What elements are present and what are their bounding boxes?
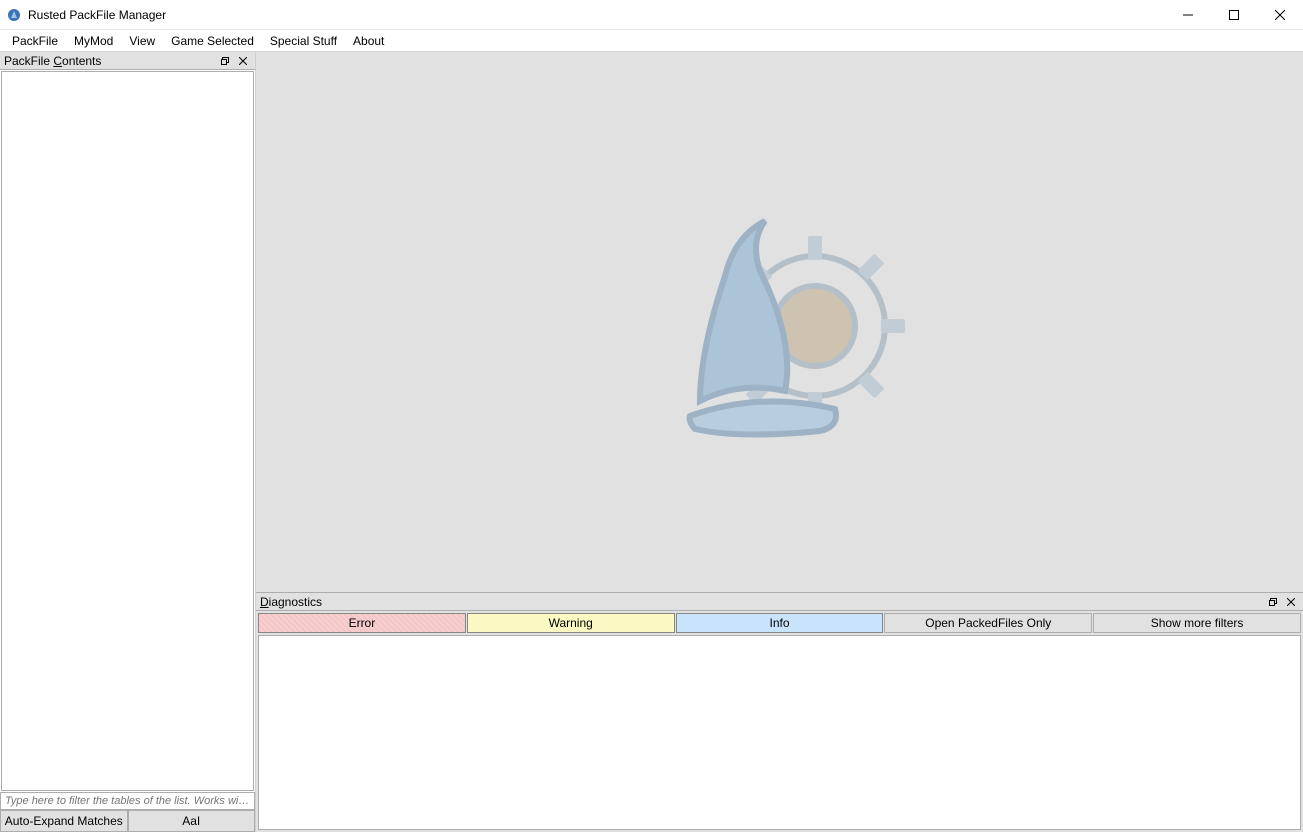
diagnostics-float-button[interactable]	[1265, 595, 1281, 609]
menu-packfile[interactable]: PackFile	[4, 32, 66, 50]
diagnostics-header: Diagnostics	[256, 593, 1303, 611]
menu-bar: PackFile MyMod View Game Selected Specia…	[0, 30, 1303, 52]
menu-mymod[interactable]: MyMod	[66, 32, 121, 50]
packfile-contents-title: PackFile Contents	[4, 54, 215, 68]
panel-close-button[interactable]	[235, 54, 251, 68]
body-area: PackFile Contents Auto-Expand Matches Aa…	[0, 52, 1303, 832]
case-sensitive-button[interactable]: AaI	[128, 810, 256, 832]
title-bar: Rusted PackFile Manager	[0, 0, 1303, 30]
packfile-contents-header: PackFile Contents	[0, 52, 255, 70]
filter-row	[0, 792, 255, 810]
filter-error-button[interactable]: Error	[258, 613, 466, 633]
packfile-contents-panel: PackFile Contents Auto-Expand Matches Aa…	[0, 52, 256, 832]
minimize-button[interactable]	[1165, 0, 1211, 29]
packfile-tree[interactable]	[1, 71, 254, 791]
menu-about[interactable]: About	[345, 32, 392, 50]
filter-button-row: Auto-Expand Matches AaI	[0, 810, 255, 832]
menu-view[interactable]: View	[121, 32, 163, 50]
app-icon	[6, 7, 22, 23]
close-button[interactable]	[1257, 0, 1303, 29]
filter-info-button[interactable]: Info	[676, 613, 884, 633]
maximize-button[interactable]	[1211, 0, 1257, 29]
menu-special-stuff[interactable]: Special Stuff	[262, 32, 345, 50]
diagnostics-results[interactable]	[258, 635, 1301, 830]
menu-game-selected[interactable]: Game Selected	[163, 32, 262, 50]
window-title: Rusted PackFile Manager	[28, 8, 1165, 22]
main-content-area	[256, 52, 1303, 592]
filter-warning-button[interactable]: Warning	[467, 613, 675, 633]
diagnostics-title: Diagnostics	[260, 595, 1263, 609]
window-controls	[1165, 0, 1303, 29]
panel-float-button[interactable]	[217, 54, 233, 68]
right-container: Diagnostics Error Warning Info Open Pack…	[256, 52, 1303, 832]
diagnostics-close-button[interactable]	[1283, 595, 1299, 609]
filter-show-more-button[interactable]: Show more filters	[1093, 613, 1301, 633]
diagnostics-filter-row: Error Warning Info Open PackedFiles Only…	[256, 611, 1303, 633]
background-logo	[640, 181, 920, 464]
filter-open-only-button[interactable]: Open PackedFiles Only	[884, 613, 1092, 633]
filter-input[interactable]	[0, 792, 255, 810]
diagnostics-panel: Diagnostics Error Warning Info Open Pack…	[256, 592, 1303, 832]
auto-expand-button[interactable]: Auto-Expand Matches	[0, 810, 128, 832]
